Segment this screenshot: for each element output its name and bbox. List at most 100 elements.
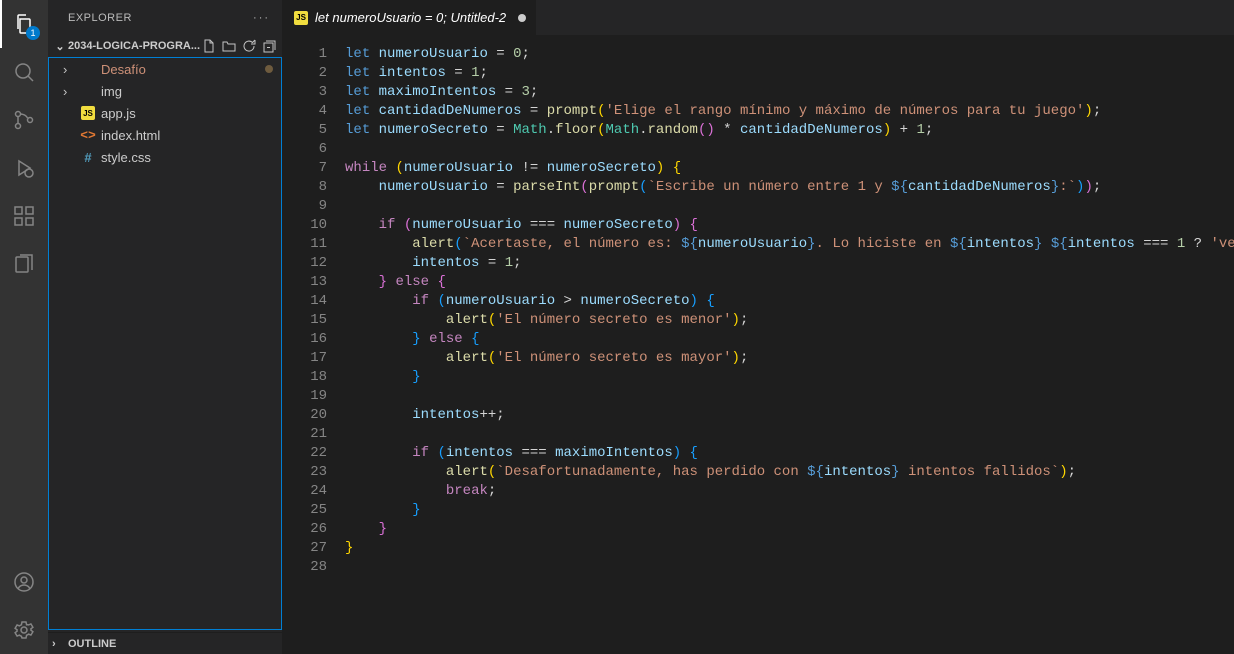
code-area[interactable]: 1234567891011121314151617181920212223242… xyxy=(283,35,1234,654)
file-tree[interactable]: › Desafío › img JSapp.js <> index.html # style.c… xyxy=(48,57,282,630)
js-file-icon: JS xyxy=(79,106,97,120)
chevron-down-icon: ⌄ xyxy=(52,40,68,53)
new-folder-icon[interactable] xyxy=(220,37,238,55)
sidebar-title: EXPLORER xyxy=(68,12,132,24)
line-number: 20 xyxy=(283,406,327,425)
code-line: if (numeroUsuario > numeroSecreto) { xyxy=(345,292,1234,311)
code-line: intentos = 1; xyxy=(345,254,1234,273)
code-line: let numeroSecreto = Math.floor(Math.rand… xyxy=(345,121,1234,140)
line-number: 13 xyxy=(283,273,327,292)
editor-tab[interactable]: JS let numeroUsuario = 0; Untitled-2 xyxy=(283,0,537,35)
chevron-right-icon: › xyxy=(63,84,79,99)
code-line: alert(`Desafortunadamente, has perdido c… xyxy=(345,463,1234,482)
tree-item-label: img xyxy=(101,84,281,99)
line-number: 24 xyxy=(283,482,327,501)
code-line xyxy=(345,197,1234,216)
html-file-icon: <> xyxy=(79,128,97,143)
tree-file[interactable]: # style.css xyxy=(49,146,281,168)
code-line: if (numeroUsuario === numeroSecreto) { xyxy=(345,216,1234,235)
code-line: numeroUsuario = parseInt(prompt(`Escribe… xyxy=(345,178,1234,197)
js-file-icon: JS xyxy=(293,11,309,25)
code-content[interactable]: let numeroUsuario = 0;let intentos = 1;l… xyxy=(345,35,1234,654)
activity-explorer-icon[interactable]: 1 xyxy=(0,0,48,48)
line-number: 7 xyxy=(283,159,327,178)
code-line: let numeroUsuario = 0; xyxy=(345,45,1234,64)
line-number: 25 xyxy=(283,501,327,520)
tree-item-label: Desafío xyxy=(101,62,265,77)
css-file-icon: # xyxy=(79,150,97,165)
tree-item-label: index.html xyxy=(101,128,281,143)
line-number: 22 xyxy=(283,444,327,463)
tree-file[interactable]: JSapp.js xyxy=(49,102,281,124)
code-line: alert('El número secreto es menor'); xyxy=(345,311,1234,330)
modified-dot-icon xyxy=(265,65,273,73)
sidebar-folder-header[interactable]: ⌄ 2034-LOGICA-PROGRA... xyxy=(48,35,282,57)
code-line: alert(`Acertaste, el número es: ${numero… xyxy=(345,235,1234,254)
refresh-icon[interactable] xyxy=(240,37,258,55)
line-number: 26 xyxy=(283,520,327,539)
editor-group: JS let numeroUsuario = 0; Untitled-2 123… xyxy=(283,0,1234,654)
sidebar: EXPLORER ··· ⌄ 2034-LOGICA-PROGRA... › De… xyxy=(48,0,283,654)
line-number: 5 xyxy=(283,121,327,140)
code-line: let maximoIntentos = 3; xyxy=(345,83,1234,102)
activity-extensions-icon[interactable] xyxy=(0,192,48,240)
activity-settings-icon[interactable] xyxy=(0,606,48,654)
code-line: } xyxy=(345,539,1234,558)
activity-run-debug-icon[interactable] xyxy=(0,144,48,192)
line-number: 10 xyxy=(283,216,327,235)
line-number: 3 xyxy=(283,83,327,102)
tree-folder[interactable]: › Desafío xyxy=(49,58,281,80)
code-line xyxy=(345,140,1234,159)
app-root: 1 xyxy=(0,0,1234,654)
folder-name: 2034-LOGICA-PROGRA... xyxy=(68,40,200,52)
tree-file[interactable]: <> index.html xyxy=(49,124,281,146)
code-line: } xyxy=(345,501,1234,520)
line-number: 28 xyxy=(283,558,327,577)
modified-indicator-icon xyxy=(518,14,526,22)
line-number: 2 xyxy=(283,64,327,83)
activity-account-icon[interactable] xyxy=(0,558,48,606)
line-number: 17 xyxy=(283,349,327,368)
activity-references-icon[interactable] xyxy=(0,240,48,288)
line-number: 8 xyxy=(283,178,327,197)
editor-tabs: JS let numeroUsuario = 0; Untitled-2 xyxy=(283,0,1234,35)
outline-section[interactable]: › OUTLINE xyxy=(48,632,282,654)
sidebar-more-icon[interactable]: ··· xyxy=(253,12,270,24)
code-line: break; xyxy=(345,482,1234,501)
code-line: while (numeroUsuario != numeroSecreto) { xyxy=(345,159,1234,178)
code-line: alert('El número secreto es mayor'); xyxy=(345,349,1234,368)
line-number: 6 xyxy=(283,140,327,159)
line-number: 19 xyxy=(283,387,327,406)
line-number: 9 xyxy=(283,197,327,216)
chevron-right-icon: › xyxy=(63,62,79,77)
line-number: 14 xyxy=(283,292,327,311)
code-line xyxy=(345,558,1234,577)
code-line: } else { xyxy=(345,330,1234,349)
line-number: 11 xyxy=(283,235,327,254)
tree-folder[interactable]: › img xyxy=(49,80,281,102)
line-number: 16 xyxy=(283,330,327,349)
line-number: 18 xyxy=(283,368,327,387)
line-number: 23 xyxy=(283,463,327,482)
code-line: let cantidadDeNumeros = prompt('Elige el… xyxy=(345,102,1234,121)
activity-search-icon[interactable] xyxy=(0,48,48,96)
collapse-all-icon[interactable] xyxy=(260,37,278,55)
code-line: } xyxy=(345,368,1234,387)
line-number: 15 xyxy=(283,311,327,330)
chevron-right-icon: › xyxy=(52,638,68,650)
code-line: } xyxy=(345,520,1234,539)
line-number-gutter: 1234567891011121314151617181920212223242… xyxy=(283,35,345,654)
line-number: 1 xyxy=(283,45,327,64)
line-number: 27 xyxy=(283,539,327,558)
outline-label: OUTLINE xyxy=(68,638,116,650)
new-file-icon[interactable] xyxy=(200,37,218,55)
line-number: 4 xyxy=(283,102,327,121)
code-line: if (intentos === maximoIntentos) { xyxy=(345,444,1234,463)
code-line: intentos++; xyxy=(345,406,1234,425)
code-line: let intentos = 1; xyxy=(345,64,1234,83)
explorer-badge: 1 xyxy=(26,26,40,40)
code-line xyxy=(345,425,1234,444)
tree-item-label: style.css xyxy=(101,150,281,165)
tab-label: let numeroUsuario = 0; Untitled-2 xyxy=(315,10,506,25)
activity-source-control-icon[interactable] xyxy=(0,96,48,144)
